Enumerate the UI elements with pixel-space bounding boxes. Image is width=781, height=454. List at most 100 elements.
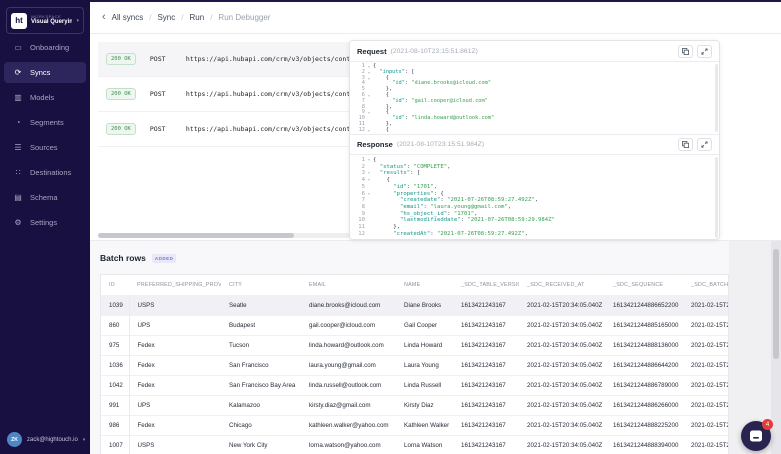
table-cell: 2021-02-15T20:34:05.040Z [519, 375, 605, 395]
table-cell: 2021-02-15T2 [683, 355, 729, 375]
code-token: { [373, 177, 390, 184]
code-token: "2021-07-26T08:59:29.984Z" [467, 217, 555, 224]
response-panel-header: Response (2021-08-10T23:15:51.984Z) [350, 134, 719, 155]
table-cell: Kathleen Walker [396, 415, 453, 435]
table-header-row: IDPREFERRED_SHIPPING_PROVIDERCITYEMAILNA… [101, 275, 729, 295]
table-cell: 1613421243167 [453, 395, 519, 415]
code-token [373, 211, 400, 218]
table-cell: USPS [129, 435, 221, 454]
hscrollbar-thumb[interactable] [98, 233, 294, 238]
code-line: 8 "email": "laura.young@gmail.com", [350, 204, 719, 211]
breadcrumb-item[interactable]: Sync [157, 13, 175, 22]
response-copy-button[interactable] [678, 138, 693, 151]
fold-spacer [365, 217, 373, 224]
code-token: : [407, 164, 414, 171]
table-cell: linda.howard@outlook.com [301, 335, 396, 355]
code-line: 1▾{ [350, 157, 719, 164]
table-row[interactable]: 860UPSBudapestgail.cooper@icloud.comGail… [101, 315, 729, 335]
code-line: 12▾ { [350, 128, 719, 134]
line-number: 11 [350, 224, 365, 231]
vscrollbar-thumb[interactable] [773, 249, 779, 359]
table-cell: 2021-02-15T2 [683, 415, 729, 435]
request-expand-button[interactable] [697, 45, 712, 58]
table-row[interactable]: 1039USPSSeatlediane.brooks@icloud.comDia… [101, 295, 729, 315]
table-cell: 1039 [101, 295, 129, 315]
fold-spacer [365, 204, 373, 211]
table-row[interactable]: 991UPSKalamazookirsty.diaz@gmail.comKirs… [101, 395, 729, 415]
code-token [373, 197, 400, 204]
user-menu[interactable]: ZK zack@hightouch.io ▾ [7, 432, 85, 447]
table-cell: 1613421243167 [453, 355, 519, 375]
table-row[interactable]: 1036FedexSan Franciscolaura.young@gmail.… [101, 355, 729, 375]
fold-spacer [365, 184, 373, 191]
code-token: , [474, 211, 477, 218]
line-number: 1 [350, 157, 365, 164]
table-cell: Seatle [221, 295, 301, 315]
code-token: , [525, 231, 528, 238]
table-header-cell: NAME [396, 275, 453, 295]
line-number: 5 [350, 184, 365, 191]
table-cell: Fedex [129, 355, 221, 375]
table-cell: 1613421243167 [453, 375, 519, 395]
schema-icon: ▤ [13, 193, 23, 202]
sidebar-item-onboarding[interactable]: ▭Onboarding [4, 37, 86, 58]
debugger-panel: Request (2021-08-10T23:15:51.861Z) 1▾{2▾… [349, 40, 720, 240]
sidebar-item-sources[interactable]: ☰Sources [4, 137, 86, 158]
table-header-cell: _SDC_SEQUENCE [605, 275, 683, 295]
table-cell: Chicago [221, 415, 301, 435]
code-token: { [373, 157, 376, 164]
table-cell: Kirsty Diaz [396, 395, 453, 415]
batch-table-wrap: IDPREFERRED_SHIPPING_PROVIDERCITYEMAILNA… [100, 274, 729, 454]
code-token: "id" [393, 184, 406, 191]
table-cell: Gail Cooper [396, 315, 453, 335]
table-cell: 2021-02-15T20:34:05.040Z [519, 315, 605, 335]
chat-button[interactable]: 4 [741, 421, 771, 451]
breadcrumb-item[interactable]: All syncs [112, 13, 144, 22]
breadcrumb-separator: / [181, 13, 183, 22]
table-cell: San Francisco [221, 355, 301, 375]
fold-spacer [365, 164, 373, 171]
sidebar-item-label: Onboarding [30, 43, 69, 52]
fold-icon: ▾ [365, 170, 373, 177]
table-cell: 1613421243167 [453, 295, 519, 315]
response-expand-button[interactable] [697, 138, 712, 151]
sidebar-item-syncs[interactable]: ⟳Syncs [4, 62, 86, 83]
sidebar-item-segments[interactable]: ◔Segments [4, 112, 86, 133]
table-cell: USPS [129, 295, 221, 315]
request-code-vscrollbar[interactable] [715, 64, 718, 132]
request-copy-button[interactable] [678, 45, 693, 58]
sidebar-item-schema[interactable]: ▤ Schema [4, 187, 86, 208]
back-icon[interactable]: ‹ [102, 12, 106, 23]
code-line: 2 "status": "COMPLETE", [350, 164, 719, 171]
sources-icon: ☰ [13, 143, 23, 152]
sidebar-item-settings[interactable]: ⚙Settings [4, 212, 86, 233]
code-token: , [535, 197, 538, 204]
batch-title: Batch rows [100, 253, 146, 263]
line-number: 12 [350, 128, 365, 134]
table-cell: Linda Howard [396, 335, 453, 355]
code-token [373, 164, 380, 171]
table-row[interactable]: 986FedexChicagokathleen.walker@yahoo.com… [101, 415, 729, 435]
workspace-name: Visual Querying D... [31, 19, 72, 26]
table-cell: 2021-02-15T2 [683, 375, 729, 395]
sidebar-item-models[interactable]: ▥Models [4, 87, 86, 108]
code-token: "2021-07-26T08:59:27.492Z" [447, 197, 535, 204]
sidebar-item-label: Models [30, 93, 54, 102]
table-row[interactable]: 975FedexTucsonlinda.howard@outlook.comLi… [101, 335, 729, 355]
code-token: , [508, 204, 511, 211]
chevron-down-icon: ▾ [76, 18, 79, 24]
code-token: , [434, 184, 437, 191]
workspace-selector[interactable]: ht WORKSPACE Visual Querying D... ▾ [6, 7, 84, 34]
table-row[interactable]: 1007USPSNew York Citylorna.watson@yahoo.… [101, 435, 729, 454]
response-code-vscrollbar[interactable] [715, 157, 718, 238]
table-cell: linda.russell@outlook.com [301, 375, 396, 395]
line-number: 9 [350, 211, 365, 218]
request-list-hscrollbar[interactable] [98, 233, 350, 238]
sidebar-item-destinations[interactable]: ∷Destinations [4, 162, 86, 183]
table-cell: Budapest [221, 315, 301, 335]
table-row[interactable]: 1042FedexSan Francisco Bay Arealinda.rus… [101, 375, 729, 395]
breadcrumb-item[interactable]: Run [190, 13, 205, 22]
table-cell: 2021-02-15T20:34:05.040Z [519, 395, 605, 415]
sidebar-item-label: Schema [30, 193, 58, 202]
table-header-cell: PREFERRED_SHIPPING_PROVIDER [129, 275, 221, 295]
